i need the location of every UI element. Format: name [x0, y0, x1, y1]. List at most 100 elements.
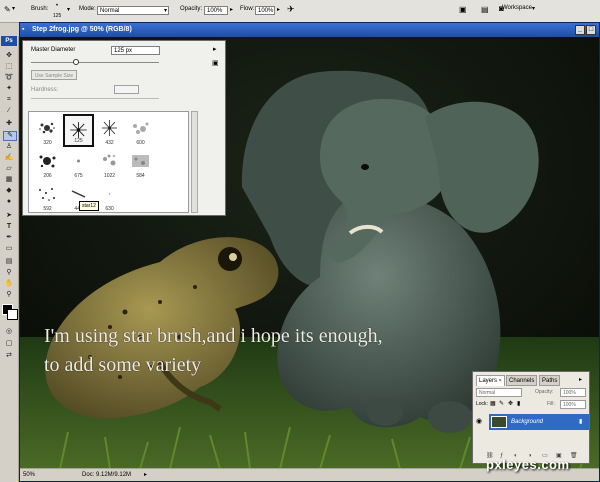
- brush-tool-icon[interactable]: ✎: [4, 5, 11, 14]
- blend-mode-select[interactable]: Normal: [476, 388, 522, 397]
- background-color-swatch[interactable]: [7, 309, 18, 320]
- flow-label: Flow:: [240, 6, 255, 12]
- use-sample-size-button[interactable]: Use Sample Size: [31, 70, 77, 80]
- jump-to-imageready-icon[interactable]: ⇄: [3, 352, 15, 360]
- document-title: Step 2frog.jpg @ 50% (RGB/8): [32, 26, 132, 33]
- hand-tool-icon[interactable]: ✋: [3, 280, 15, 288]
- opacity-label: Opacity:: [180, 6, 203, 12]
- flow-arrow-icon[interactable]: ▸: [277, 6, 280, 13]
- fill-label: Fill:: [547, 401, 555, 407]
- brush-preset-size: 125: [74, 138, 83, 144]
- lasso-tool-icon[interactable]: ➰: [3, 74, 15, 82]
- flow-field[interactable]: 100%: [255, 6, 275, 15]
- diameter-slider[interactable]: [31, 59, 159, 65]
- new-preset-icon[interactable]: ▣: [212, 59, 219, 67]
- dodge-tool-icon[interactable]: ●: [3, 198, 15, 206]
- caption-line-2: to add some variety: [44, 354, 202, 376]
- move-tool-icon[interactable]: ✥: [3, 52, 15, 60]
- master-diameter-field[interactable]: 125 px: [111, 46, 160, 55]
- zoom-level[interactable]: 50%: [23, 469, 35, 481]
- workspace-chevron-icon[interactable]: ▾: [532, 5, 535, 12]
- layer-row-background[interactable]: Background ▮: [489, 414, 589, 430]
- star-brush-icon: [102, 120, 117, 136]
- layers-panel: Layers × Channels Paths ▸ Normal Opacity…: [472, 371, 590, 464]
- tab-paths[interactable]: Paths: [539, 375, 561, 386]
- layer-opacity-field[interactable]: 100%: [560, 388, 586, 397]
- layer-name: Background: [511, 419, 544, 425]
- workspace-menu[interactable]: Workspace: [502, 5, 532, 11]
- airbrush-icon[interactable]: ✈: [287, 4, 295, 15]
- layer-opacity-label: Opacity:: [535, 389, 554, 395]
- brush-preset-8[interactable]: 592: [32, 180, 63, 213]
- brush-preset-size: 1022: [103, 173, 116, 179]
- lock-position-icon[interactable]: ✥: [508, 400, 513, 407]
- canvas-text-layer: I'm using star brush,and i hope its enou…: [44, 322, 383, 380]
- quick-mask-icon[interactable]: ◎: [3, 328, 15, 336]
- mode-select[interactable]: Normal ▾: [97, 6, 169, 15]
- minimize-icon[interactable]: _: [575, 25, 585, 35]
- zoom-tool-icon[interactable]: ⚲: [3, 291, 15, 299]
- splatter-brush-icon: [39, 155, 56, 168]
- brush-preview-icon[interactable]: •: [56, 3, 58, 9]
- hardness-slider[interactable]: [31, 98, 159, 99]
- brush-tool-button-icon[interactable]: ✎: [3, 131, 17, 141]
- brush-preset-5[interactable]: 675: [63, 147, 94, 180]
- brush-preset-size: 600: [136, 140, 145, 146]
- texture-brush-icon: [132, 155, 149, 167]
- brush-preset-3[interactable]: 600: [125, 114, 156, 147]
- preset-grid-scrollbar[interactable]: [191, 111, 198, 213]
- clone-stamp-tool-icon[interactable]: ♙: [3, 143, 15, 151]
- diameter-slider-thumb[interactable]: [72, 59, 79, 65]
- maximize-icon[interactable]: □: [586, 25, 596, 35]
- brush-preset-7[interactable]: 584: [125, 147, 156, 180]
- brush-preset-4[interactable]: 206: [32, 147, 63, 180]
- options-bar: ✎ ▾ Brush: • 125 ▾ Mode: Normal ▾ Opacity…: [0, 0, 600, 23]
- brush-preset-1[interactable]: 125: [63, 114, 94, 147]
- status-menu-arrow-icon[interactable]: ▸: [144, 469, 147, 481]
- file-browser-icon[interactable]: ▤: [481, 5, 489, 14]
- layer-visibility-eye-icon[interactable]: ◉: [476, 417, 482, 425]
- fill-field[interactable]: 100%: [560, 400, 586, 409]
- brush-preset-2[interactable]: 432: [94, 114, 125, 147]
- hardness-field[interactable]: [114, 85, 139, 94]
- brush-preset-6[interactable]: 1022: [94, 147, 125, 180]
- pen-tool-icon[interactable]: ✒: [3, 234, 15, 242]
- panel-menu-arrow-icon[interactable]: ▸: [579, 376, 582, 383]
- photoshop-logo[interactable]: Ps: [1, 36, 17, 46]
- screen-mode-icon[interactable]: ▢: [3, 340, 15, 348]
- palette-well-icon[interactable]: ▣: [459, 5, 467, 14]
- panel-menu-arrow-icon[interactable]: ▸: [213, 45, 217, 53]
- soft-brush-icon: [77, 159, 80, 163]
- opacity-field[interactable]: 100%: [204, 6, 228, 15]
- notes-tool-icon[interactable]: ▤: [3, 258, 15, 266]
- tab-layers[interactable]: Layers ×: [476, 375, 505, 386]
- gradient-tool-icon[interactable]: ▦: [3, 176, 15, 184]
- lock-pixels-icon[interactable]: ✎: [499, 400, 504, 407]
- path-selection-tool-icon[interactable]: ➤: [3, 212, 15, 220]
- tab-channels[interactable]: Channels: [506, 375, 538, 386]
- opacity-arrow-icon[interactable]: ▸: [230, 6, 233, 13]
- shape-tool-icon[interactable]: ▭: [3, 245, 15, 253]
- lock-all-icon[interactable]: ▮: [517, 400, 520, 407]
- brush-preset-size: 584: [136, 173, 145, 179]
- blur-tool-icon[interactable]: ◆: [3, 187, 15, 195]
- magic-wand-tool-icon[interactable]: ✦: [3, 85, 15, 93]
- eyedropper-tool-icon[interactable]: ⚲: [3, 269, 15, 277]
- brush-preset-0[interactable]: 320: [32, 114, 63, 147]
- brush-preset-size: 675: [74, 173, 83, 179]
- brush-picker-arrow-icon[interactable]: ▾: [67, 6, 70, 13]
- lock-label: Lock:: [476, 401, 488, 407]
- history-brush-tool-icon[interactable]: ✍: [3, 154, 15, 162]
- delete-layer-icon[interactable]: 🗑: [570, 452, 578, 461]
- marquee-tool-icon[interactable]: ⬚: [3, 63, 15, 71]
- dots-brush-icon: [39, 188, 55, 201]
- type-tool-icon[interactable]: T: [3, 223, 15, 231]
- brush-size-value: 125: [53, 13, 62, 19]
- slice-tool-icon[interactable]: ∕: [3, 107, 15, 115]
- healing-brush-tool-icon[interactable]: ✚: [3, 120, 15, 128]
- eraser-tool-icon[interactable]: ▱: [3, 165, 15, 173]
- document-title-bar[interactable]: ▪ Step 2frog.jpg @ 50% (RGB/8) _ □: [20, 23, 599, 37]
- crop-tool-icon[interactable]: ⌗: [3, 96, 15, 104]
- tool-preset-dropdown-icon[interactable]: ▾: [12, 5, 15, 12]
- lock-transparency-icon[interactable]: ▦: [490, 400, 496, 407]
